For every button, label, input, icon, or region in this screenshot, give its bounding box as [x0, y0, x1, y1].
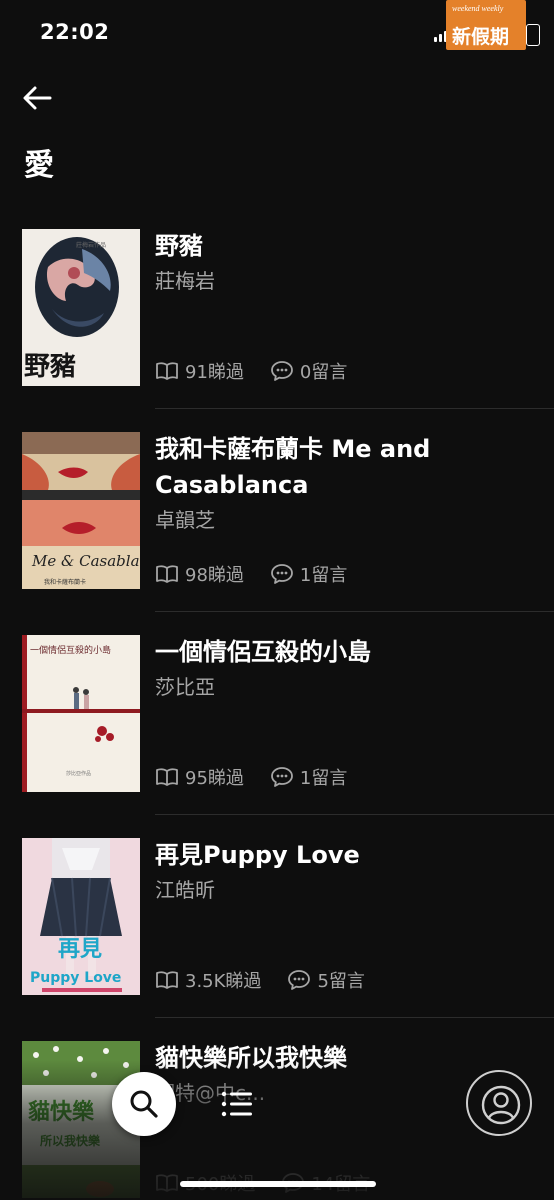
views-count: 98睇過	[185, 565, 244, 586]
cover-credit-text: 莎比亞作品	[66, 770, 91, 777]
arrow-left-icon	[23, 86, 52, 110]
book-stats: 91睇過 0留言	[155, 358, 347, 384]
comment-bubble-icon	[271, 564, 293, 584]
book-title: 我和卡薩布蘭卡 Me and Casablanca	[155, 435, 431, 499]
cover-credit-text: 我和卡薩布蘭卡	[44, 578, 86, 586]
book-info: 一個情侶互殺的小島 莎比亞	[155, 634, 538, 702]
comments-stat: 1留言	[270, 561, 347, 587]
watermark-cn: 新假期	[452, 26, 510, 48]
book-cover: 野豬 莊梅岩作品	[22, 229, 140, 386]
watermark-en: weekend weekly	[452, 4, 504, 13]
comment-bubble-icon	[288, 970, 311, 990]
comment-bubble-icon	[271, 361, 293, 381]
comments-stat: 1留言	[270, 764, 347, 790]
book-title: 野豬	[155, 232, 203, 260]
book-cover: 再見 Puppy Love	[22, 838, 140, 995]
book-info: 再見Puppy Love 江皓昕	[155, 837, 538, 905]
profile-button[interactable]	[466, 1070, 532, 1136]
user-icon	[481, 1085, 521, 1125]
views-count: 95睇過	[185, 768, 244, 789]
page-title: 愛	[24, 148, 54, 183]
book-cover: Me & Casablanca 我和卡薩布蘭卡	[22, 432, 140, 589]
book-cover: 一個情侶互殺的小島 莎比亞作品	[22, 635, 140, 792]
open-book-icon	[156, 768, 178, 786]
book-title: 一個情侶互殺的小島	[155, 638, 371, 666]
comments-count: 1留言	[299, 768, 348, 789]
book-title: 再見Puppy Love	[155, 841, 360, 869]
comments-stat: 0留言	[270, 358, 347, 384]
status-bar: 22:02 weekend weekly 新假期	[0, 0, 554, 70]
comments-count: 5留言	[317, 971, 365, 992]
book-item[interactable]: 再見 Puppy Love 再見Puppy Love 江皓昕 3.5K睇過 5留…	[0, 815, 554, 1018]
cover-art-casablanca: Me & Casablanca 我和卡薩布蘭卡	[22, 432, 140, 586]
open-book-icon	[156, 565, 178, 583]
book-item[interactable]: Me & Casablanca 我和卡薩布蘭卡 我和卡薩布蘭卡 Me and C…	[0, 409, 554, 612]
views-stat: 98睇過	[155, 561, 244, 587]
list-icon	[221, 1091, 252, 1117]
book-author: 莊梅岩	[155, 269, 215, 293]
cover-art-boar: 野豬 莊梅岩作品	[24, 237, 119, 382]
cover-title-text: 野豬	[24, 352, 76, 382]
cover-title-text: 貓快樂	[28, 1099, 95, 1125]
book-list: 野豬 莊梅岩作品 野豬 莊梅岩 91睇過 0留言 Me & Casabla 我和…	[0, 206, 554, 1200]
book-title: 貓快樂所以我快樂	[155, 1044, 347, 1072]
status-time: 22:02	[40, 20, 110, 44]
book-author: 江皓昕	[155, 878, 215, 902]
views-count: 3.5K睇過	[185, 971, 262, 992]
book-info: 野豬 莊梅岩	[155, 228, 538, 296]
cover-title-text: Me & Casablanca	[31, 552, 140, 570]
views-stat: 95睇過	[155, 764, 244, 790]
book-stats: 3.5K睇過 5留言	[155, 967, 365, 993]
book-stats: 95睇過 1留言	[155, 764, 347, 790]
open-book-icon	[156, 1174, 178, 1192]
views-count: 91睇過	[185, 362, 244, 383]
comments-count: 0留言	[299, 362, 348, 383]
search-icon	[130, 1090, 158, 1118]
cover-art-island: 一個情侶互殺的小島 莎比亞作品	[22, 635, 140, 792]
list-menu-button[interactable]	[220, 1088, 254, 1120]
home-indicator[interactable]	[180, 1181, 376, 1187]
views-stat: 91睇過	[155, 358, 244, 384]
cover-title-text: 一個情侶互殺的小島	[30, 644, 111, 656]
book-info: 我和卡薩布蘭卡 Me and Casablanca 卓韻芝	[155, 431, 538, 535]
book-author: 卓韻芝	[155, 508, 215, 532]
battery-icon	[526, 24, 540, 46]
book-stats: 98睇過 1留言	[155, 561, 347, 587]
cover-credit-text: 莊梅岩作品	[76, 241, 106, 249]
comment-bubble-icon	[271, 767, 293, 787]
cover-title-text: 再見	[58, 937, 102, 962]
open-book-icon	[156, 362, 178, 380]
views-stat: 3.5K睇過	[155, 967, 261, 993]
book-item[interactable]: 野豬 莊梅岩作品 野豬 莊梅岩 91睇過 0留言	[0, 206, 554, 409]
watermark-logo: weekend weekly 新假期	[446, 0, 526, 50]
book-author: 莎比亞	[155, 675, 215, 699]
open-book-icon	[156, 971, 178, 989]
comments-stat: 5留言	[287, 967, 365, 993]
search-button[interactable]	[112, 1072, 176, 1136]
cover-art-puppy-love: 再見 Puppy Love	[30, 838, 122, 992]
comments-count: 1留言	[299, 565, 348, 586]
book-item[interactable]: 一個情侶互殺的小島 莎比亞作品 一個情侶互殺的小島 莎比亞 95睇過 1留言	[0, 612, 554, 815]
back-button[interactable]	[20, 80, 56, 116]
cover-credit-text: Puppy Love	[30, 970, 121, 986]
cover-credit-text: 所以我快樂	[40, 1133, 101, 1148]
